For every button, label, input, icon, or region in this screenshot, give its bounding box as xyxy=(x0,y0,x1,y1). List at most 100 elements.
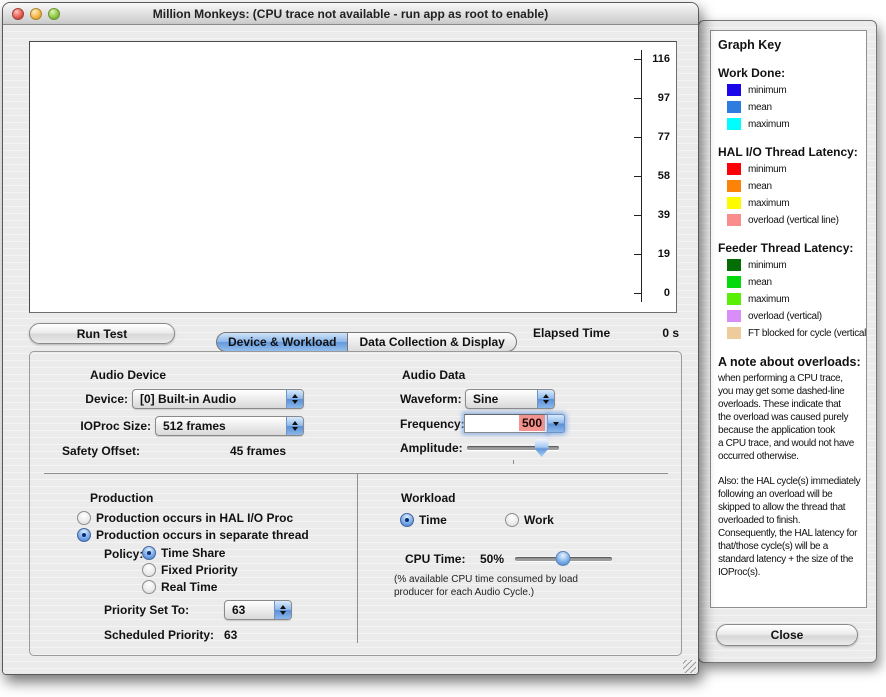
chevron-down-icon xyxy=(553,422,559,426)
tab-bar: Device & Workload Data Collection & Disp… xyxy=(216,332,517,352)
color-swatch xyxy=(727,163,741,175)
radio-policy-fixed-priority[interactable]: Fixed Priority xyxy=(142,562,238,578)
device-popup[interactable]: [0] Built-in Audio xyxy=(132,389,304,409)
radio-label: Fixed Priority xyxy=(161,563,238,577)
color-swatch xyxy=(727,327,741,339)
cpu-time-label: CPU Time: xyxy=(405,552,465,566)
priority-popup[interactable]: 63 xyxy=(224,600,292,620)
amplitude-label: Amplitude: xyxy=(400,441,463,455)
color-swatch xyxy=(727,180,741,192)
frequency-field[interactable]: 500 xyxy=(464,414,548,433)
ioproc-size-label: IOProc Size: xyxy=(34,419,151,433)
minimize-window-icon[interactable] xyxy=(30,8,42,20)
title-bar[interactable]: Million Monkeys: (CPU trace not availabl… xyxy=(3,3,698,25)
overloads-note-paragraph-1: when performing a CPU trace, you may get… xyxy=(718,372,864,463)
amplitude-slider[interactable] xyxy=(467,446,559,450)
cpu-time-slider-thumb[interactable] xyxy=(555,551,570,566)
policy-label: Policy: xyxy=(104,547,143,561)
popup-stepper-icon xyxy=(537,390,554,408)
radio-label: Real Time xyxy=(161,580,217,594)
y-axis-tick: 58 xyxy=(30,169,676,185)
tick-label: 19 xyxy=(624,248,670,260)
y-axis-tick: 19 xyxy=(30,247,676,263)
close-window-icon[interactable] xyxy=(12,8,24,20)
list-item: mean xyxy=(727,179,864,193)
safety-offset-value: 45 frames xyxy=(230,444,286,458)
list-item: maximum xyxy=(727,117,864,131)
resize-grip[interactable] xyxy=(683,660,696,673)
ioproc-size-popup[interactable]: 512 frames xyxy=(155,416,304,436)
radio-icon[interactable] xyxy=(505,513,519,527)
scheduled-priority-label: Scheduled Priority: xyxy=(104,628,214,642)
color-swatch xyxy=(727,84,741,96)
list-item: FT blocked for cycle (vertical) xyxy=(727,326,864,340)
elapsed-time-label: Elapsed Time xyxy=(533,326,610,340)
tick-label: 58 xyxy=(624,170,670,182)
color-swatch xyxy=(727,293,741,305)
list-item: overload (vertical) xyxy=(727,309,864,323)
zoom-window-icon[interactable] xyxy=(48,8,60,20)
radio-policy-real-time[interactable]: Real Time xyxy=(142,579,217,595)
ioproc-size-popup-value: 512 frames xyxy=(156,417,286,435)
workload-header: Workload xyxy=(401,491,455,505)
radio-policy-time-share[interactable]: Time Share xyxy=(142,545,225,561)
amplitude-slider-thumb[interactable] xyxy=(535,439,549,457)
key-section-work-done: Work Done: xyxy=(718,66,864,80)
radio-workload-work[interactable]: Work xyxy=(505,512,554,528)
cpu-time-value: 50% xyxy=(480,552,504,566)
frequency-field-value: 500 xyxy=(519,415,545,431)
elapsed-time-value: 0 s xyxy=(609,326,679,340)
frequency-dropdown-button[interactable] xyxy=(548,414,565,433)
horizontal-divider xyxy=(44,473,668,474)
device-popup-value: [0] Built-in Audio xyxy=(133,390,286,408)
tick-label: 116 xyxy=(624,53,670,65)
key-item-label: minimum xyxy=(748,85,786,96)
safety-offset-label: Safety Offset: xyxy=(62,444,140,458)
main-window: Million Monkeys: (CPU trace not availabl… xyxy=(2,2,699,675)
device-workload-pane: Audio Device Device: [0] Built-in Audio … xyxy=(29,351,682,656)
color-swatch xyxy=(727,259,741,271)
radio-icon[interactable] xyxy=(400,513,414,527)
waveform-popup[interactable]: Sine xyxy=(465,389,555,409)
radio-icon[interactable] xyxy=(142,546,156,560)
popup-stepper-icon xyxy=(286,417,303,435)
radio-workload-time[interactable]: Time xyxy=(400,512,447,528)
list-item: minimum xyxy=(727,83,864,97)
radio-label: Production occurs in HAL I/O Proc xyxy=(96,511,293,525)
radio-icon[interactable] xyxy=(77,511,91,525)
list-item: overload (vertical line) xyxy=(727,213,864,227)
vertical-divider xyxy=(357,473,358,643)
radio-label: Work xyxy=(524,513,554,527)
key-item-label: FT blocked for cycle (vertical) xyxy=(748,328,867,339)
tick-label: 0 xyxy=(624,287,670,299)
tab-device-workload[interactable]: Device & Workload xyxy=(216,332,348,352)
window-content: 116 97 77 58 39 19 0 Run Test Device & W… xyxy=(3,25,698,675)
list-item: maximum xyxy=(727,292,864,306)
tick-label: 39 xyxy=(624,209,670,221)
slider-tick-mark xyxy=(513,460,514,464)
list-item: mean xyxy=(727,100,864,114)
y-axis-tick: 97 xyxy=(30,91,676,107)
radio-icon[interactable] xyxy=(142,563,156,577)
cpu-time-slider[interactable] xyxy=(515,557,612,561)
radio-icon[interactable] xyxy=(142,580,156,594)
y-axis-tick: 39 xyxy=(30,208,676,224)
frequency-label: Frequency: xyxy=(400,417,465,431)
waveform-popup-value: Sine xyxy=(466,390,537,408)
device-label: Device: xyxy=(34,392,128,406)
key-item-label: mean xyxy=(748,277,772,288)
radio-production-hal[interactable]: Production occurs in HAL I/O Proc xyxy=(77,510,293,526)
list-item: mean xyxy=(727,275,864,289)
key-item-label: overload (vertical line) xyxy=(748,215,839,226)
graph-key-drawer: Graph Key Work Done: minimum mean maximu… xyxy=(698,20,877,663)
tab-data-collection-display[interactable]: Data Collection & Display xyxy=(348,332,516,352)
radio-icon[interactable] xyxy=(77,528,91,542)
run-test-button[interactable]: Run Test xyxy=(29,323,175,344)
close-button[interactable]: Close xyxy=(716,624,858,646)
list-item: maximum xyxy=(727,196,864,210)
priority-set-to-label: Priority Set To: xyxy=(104,603,189,617)
cpu-time-note: (% available CPU time consumed by load p… xyxy=(394,573,578,599)
key-item-label: minimum xyxy=(748,164,786,175)
color-swatch xyxy=(727,310,741,322)
radio-production-thread[interactable]: Production occurs in separate thread xyxy=(77,527,309,543)
